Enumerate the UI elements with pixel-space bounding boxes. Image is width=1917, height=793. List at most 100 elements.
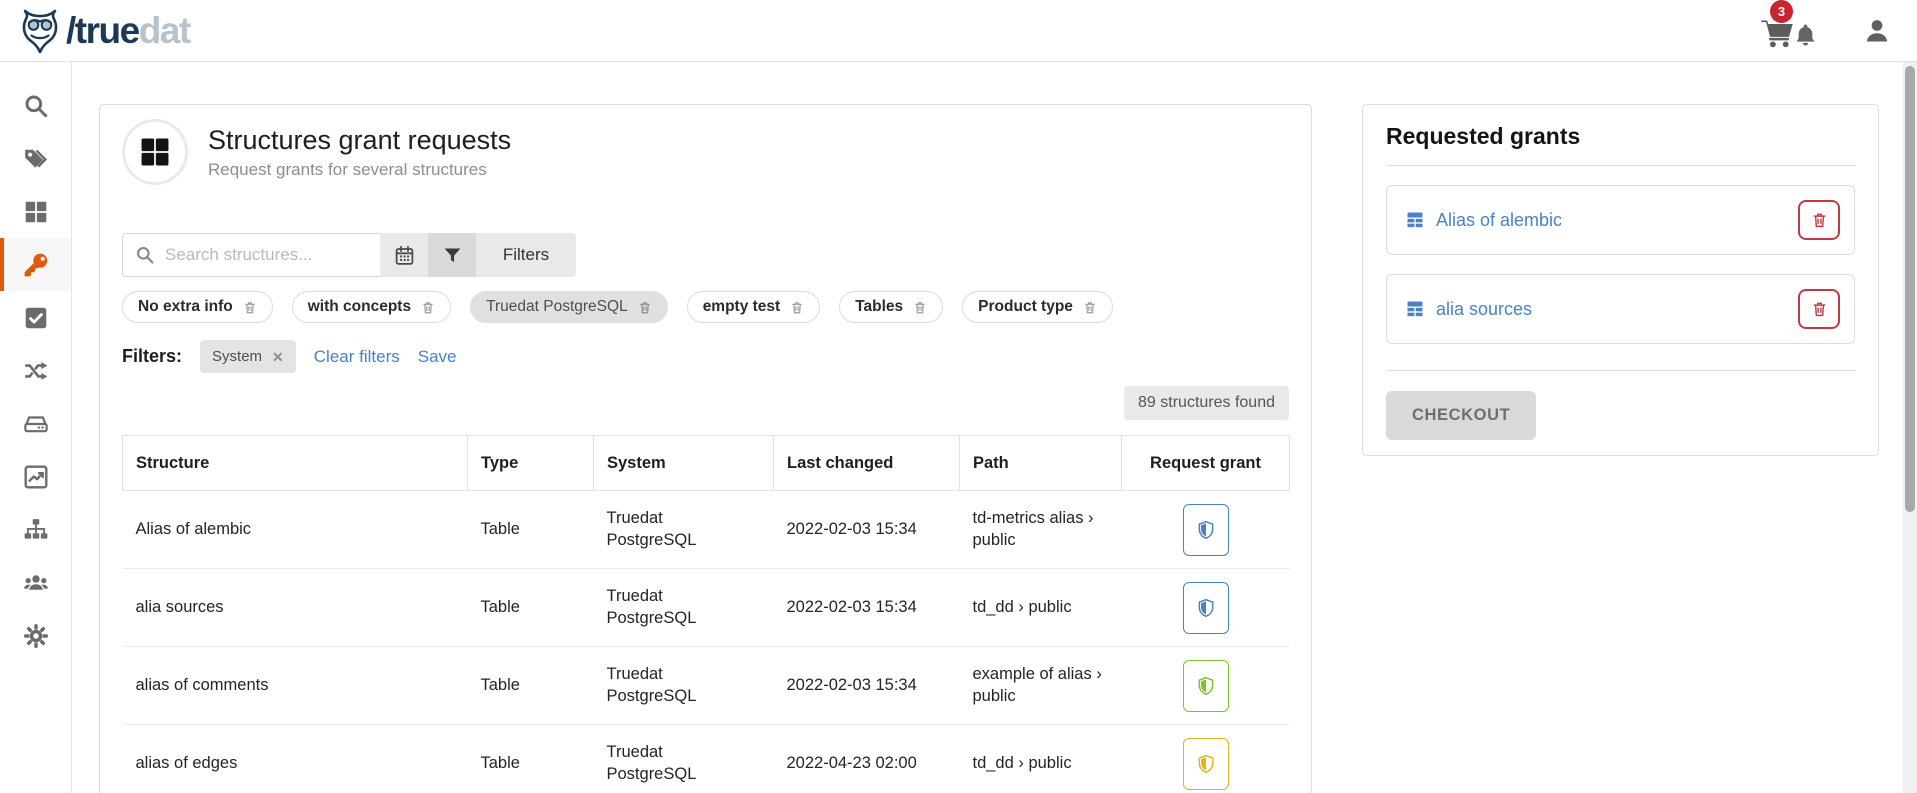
requested-grants-panel: Requested grants Alias of alembic alia s…	[1362, 104, 1879, 456]
trash-icon	[1811, 300, 1828, 318]
close-icon[interactable]: ✕	[272, 350, 284, 364]
sitemap-icon	[23, 517, 49, 543]
check-square-icon	[23, 305, 49, 331]
shield-icon	[1196, 753, 1216, 775]
col-structure: Structure	[123, 436, 468, 491]
table-icon	[1405, 210, 1425, 230]
filter-chip[interactable]: Tables	[839, 291, 943, 323]
shield-icon	[1196, 675, 1216, 697]
user-icon	[1863, 17, 1891, 45]
structures-avatar	[122, 119, 188, 185]
filter-chips-row: No extra info with concepts Truedat Post…	[122, 291, 1289, 323]
col-request-grant: Request grant	[1122, 436, 1290, 491]
save-filters-link[interactable]: Save	[418, 347, 457, 367]
filter-chip[interactable]: Product type	[962, 291, 1113, 323]
page-title: Structures grant requests	[208, 124, 511, 156]
clear-filters-link[interactable]: Clear filters	[314, 347, 400, 367]
checkout-button[interactable]: CHECKOUT	[1386, 391, 1536, 440]
brand-wordmark: /truedat	[66, 12, 190, 49]
gear-icon	[23, 623, 49, 649]
sidebar-item-tags[interactable]	[0, 132, 71, 185]
shuffle-icon	[23, 358, 49, 384]
sidebar-item-dashboard[interactable]	[0, 185, 71, 238]
structures-grid-icon	[138, 135, 172, 169]
shield-icon	[1196, 519, 1216, 541]
cart-count-badge: 3	[1770, 0, 1793, 23]
card-title-block: Structures grant requests Request grants…	[208, 124, 511, 179]
sidebar-item-lineage[interactable]	[0, 344, 71, 397]
sidebar-item-analytics[interactable]	[0, 450, 71, 503]
sidebar-item-settings[interactable]	[0, 609, 71, 662]
col-path: Path	[960, 436, 1122, 491]
search-icon	[135, 245, 155, 265]
chart-line-icon	[23, 464, 49, 490]
page-subtitle: Request grants for several structures	[208, 160, 511, 180]
requested-grant-item: Alias of alembic	[1386, 185, 1855, 255]
grant-cart-button[interactable]: 3	[1761, 9, 1819, 53]
trash-icon[interactable]	[913, 300, 927, 315]
trash-icon[interactable]	[790, 300, 804, 315]
sidebar-item-quality[interactable]	[0, 291, 71, 344]
app-header: /truedat 3	[0, 0, 1917, 62]
structures-table: Structure Type System Last changed Path …	[122, 435, 1290, 793]
request-grant-button[interactable]	[1183, 738, 1229, 790]
table-row: Alias of alembic Table Truedat PostgreSQ…	[123, 491, 1290, 569]
table-header-row: Structure Type System Last changed Path …	[123, 436, 1290, 491]
vertical-scrollbar-thumb[interactable]	[1905, 66, 1915, 512]
panel-divider	[1386, 370, 1855, 371]
request-grant-button[interactable]	[1183, 504, 1229, 556]
sidebar-item-users[interactable]	[0, 556, 71, 609]
sidebar-item-taxonomy[interactable]	[0, 503, 71, 556]
funnel-icon	[442, 245, 463, 266]
sidebar-nav	[0, 62, 72, 793]
applied-filter-system[interactable]: System ✕	[200, 340, 296, 373]
grid-icon	[23, 199, 49, 225]
grant-item-link[interactable]: Alias of alembic	[1405, 210, 1562, 231]
panel-title: Requested grants	[1386, 123, 1855, 166]
remove-grant-button[interactable]	[1798, 200, 1840, 240]
table-row: alia sources Table Truedat PostgreSQL 20…	[123, 569, 1290, 647]
card-header: Structures grant requests Request grants…	[122, 119, 1289, 185]
col-system: System	[594, 436, 774, 491]
filter-chip[interactable]: with concepts	[292, 291, 451, 323]
structure-name: alias of comments	[123, 647, 468, 725]
structure-name: Alias of alembic	[123, 491, 468, 569]
search-icon	[23, 93, 49, 119]
sidebar-item-grant-requests[interactable]	[0, 238, 71, 291]
trash-icon[interactable]	[421, 300, 435, 315]
date-filter-button[interactable]	[380, 233, 428, 277]
table-row: alias of comments Table Truedat PostgreS…	[123, 647, 1290, 725]
trash-icon[interactable]	[1083, 300, 1097, 315]
request-grant-button[interactable]	[1183, 582, 1229, 634]
results-count-badge: 89 structures found	[1124, 386, 1289, 420]
search-box	[122, 233, 380, 277]
tags-icon	[23, 146, 49, 172]
structure-name: alias of edges	[123, 725, 468, 793]
vertical-scrollbar-track[interactable]	[1903, 62, 1917, 793]
calendar-icon	[394, 245, 415, 266]
user-menu-button[interactable]	[1863, 17, 1891, 45]
filter-chip[interactable]: empty test	[687, 291, 821, 323]
remove-grant-button[interactable]	[1798, 289, 1840, 329]
filter-chip-selected[interactable]: Truedat PostgreSQL	[470, 291, 668, 323]
filters-button[interactable]: Filters	[476, 233, 576, 277]
owl-logo-icon	[18, 8, 62, 54]
search-toolbar: Filters	[122, 233, 576, 277]
requested-grant-item: alia sources	[1386, 274, 1855, 344]
results-row: 89 structures found	[122, 386, 1289, 420]
trash-icon[interactable]	[243, 300, 257, 315]
applied-filters-bar: Filters: System ✕ Clear filters Save	[122, 340, 1289, 373]
truedat-logo[interactable]: /truedat	[18, 8, 190, 54]
col-last-changed: Last changed	[774, 436, 960, 491]
grant-item-link[interactable]: alia sources	[1405, 299, 1532, 320]
hard-drive-icon	[23, 411, 49, 437]
shield-icon	[1196, 597, 1216, 619]
key-icon	[23, 252, 49, 278]
filter-chip[interactable]: No extra info	[122, 291, 273, 323]
sidebar-item-search[interactable]	[0, 79, 71, 132]
search-input[interactable]	[165, 245, 368, 265]
request-grant-button[interactable]	[1183, 660, 1229, 712]
filter-toggle-button[interactable]	[428, 233, 476, 277]
trash-icon[interactable]	[638, 300, 652, 315]
sidebar-item-sources[interactable]	[0, 397, 71, 450]
